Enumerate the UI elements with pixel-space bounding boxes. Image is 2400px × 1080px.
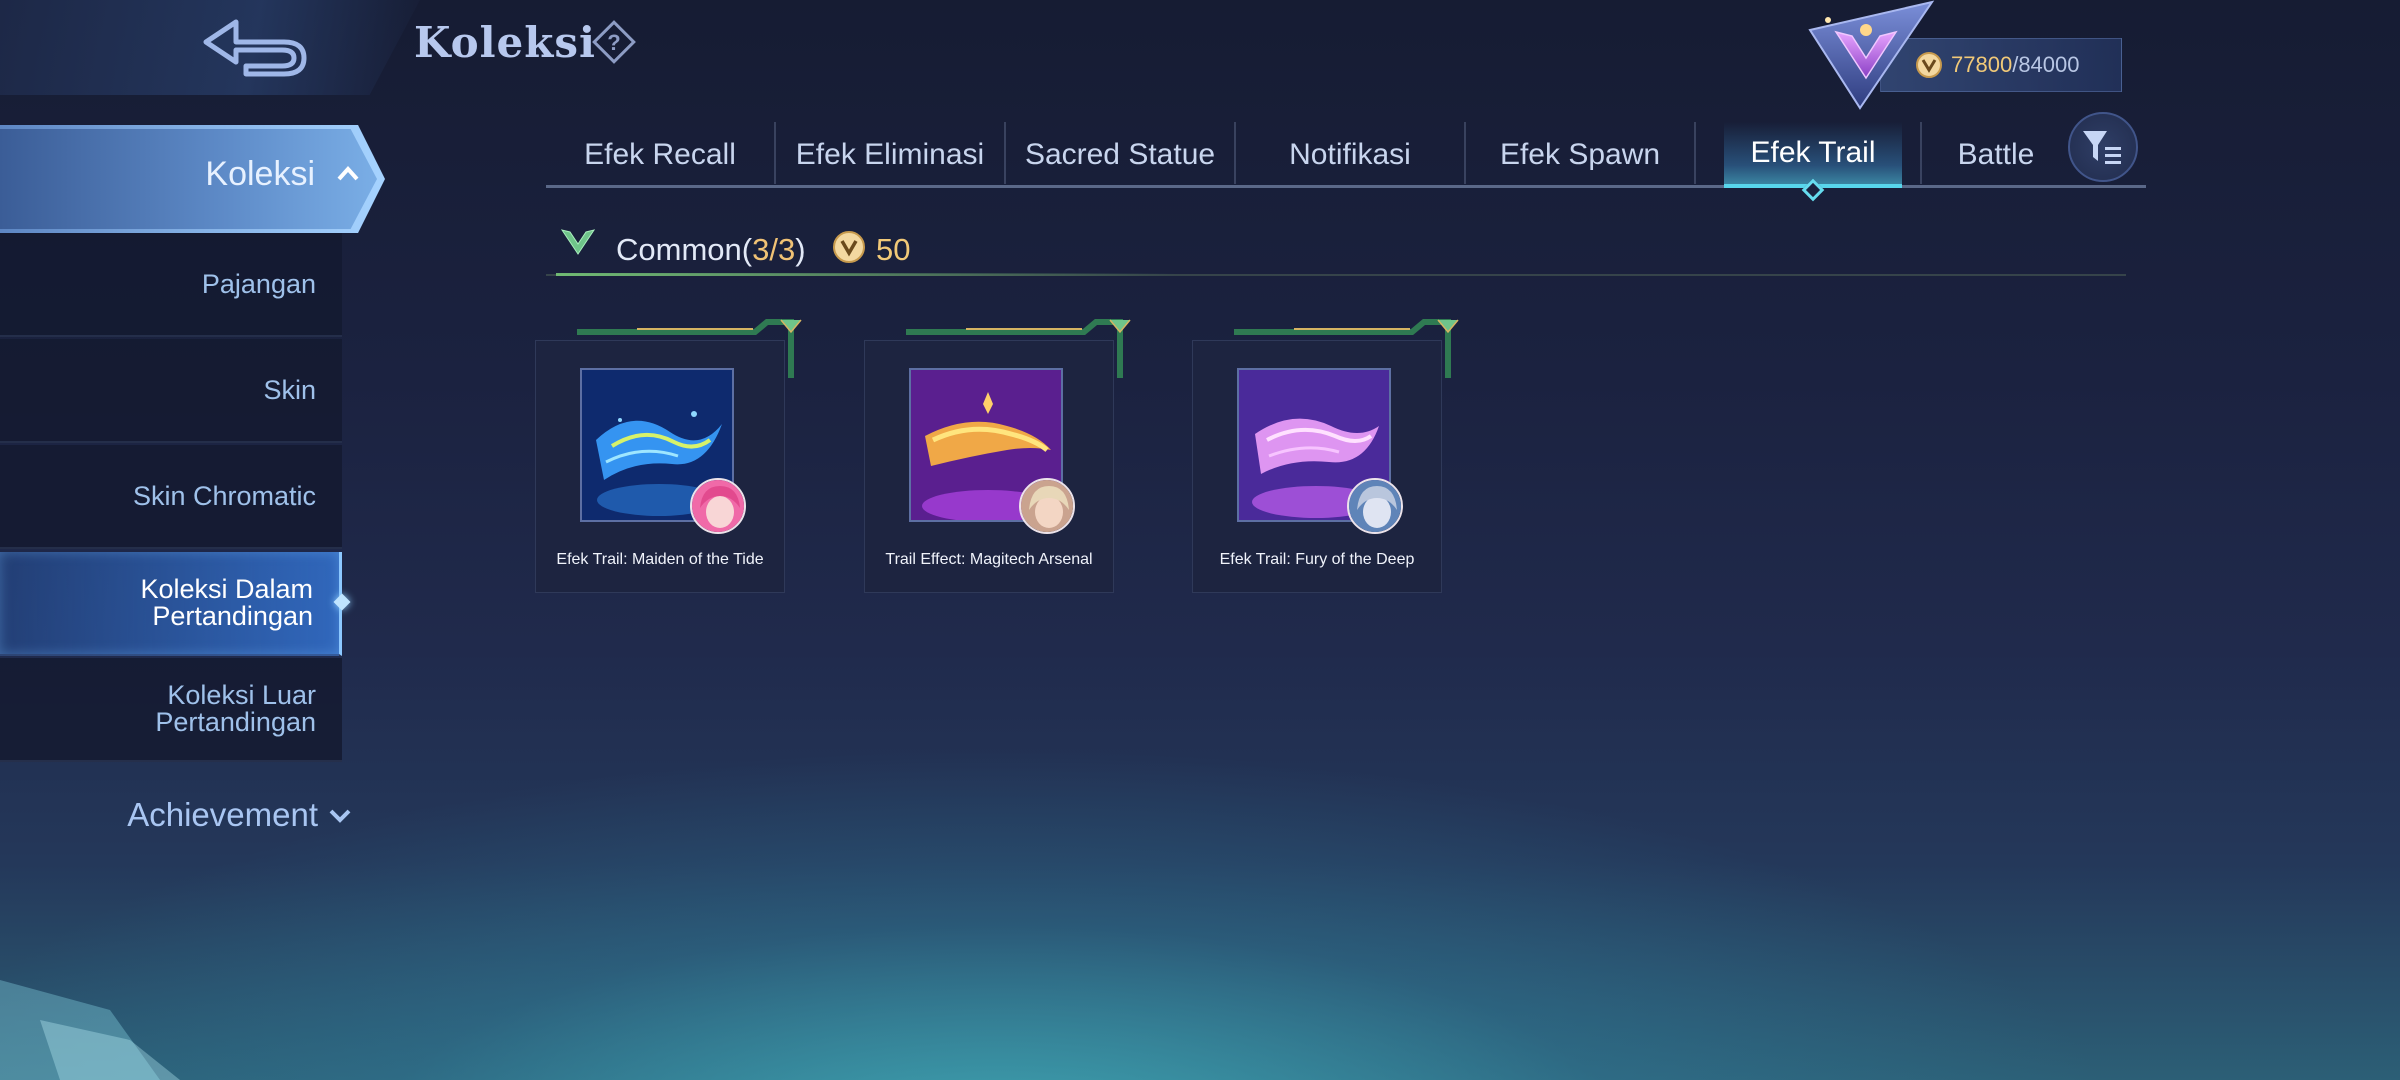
back-button[interactable] [195,12,313,80]
card-title: Efek Trail: Fury of the Deep [1219,551,1415,568]
sidebar-item-label: Skin [263,374,316,405]
collection-card[interactable]: Trail Effect: Magitech Arsenal [864,318,1132,593]
sidebar-item-pajangan[interactable]: Pajangan [0,233,342,337]
card-title: Trail Effect: Magitech Arsenal [885,551,1093,568]
filter-button[interactable] [2068,112,2138,182]
sidebar-item-label: Skin Chromatic [132,480,316,511]
tab-efek-spawn[interactable]: Efek Spawn [1466,122,1694,188]
sidebar-section-fill [0,129,377,229]
help-icon[interactable]: ? [592,20,636,64]
collection-card[interactable]: Efek Trail: Fury of the Deep [1192,318,1460,593]
currency-max: 84000 [2018,52,2080,77]
sidebar-item-koleksi-luar-pertandingan[interactable]: Koleksi Luar Pertandingan [0,658,342,762]
tab-notifikasi[interactable]: Notifikasi [1236,122,1464,188]
collector-rank-emblem-icon[interactable] [1800,0,1940,110]
page-title: Koleksi [414,18,596,67]
hero-avatar [1019,478,1075,534]
sidebar-section-label: Koleksi [205,155,315,193]
active-tab-indicator [1801,178,1825,202]
tab-divider [1694,122,1696,184]
sidebar-item-skin[interactable]: Skin [0,339,342,443]
tab-efek-eliminasi[interactable]: Efek Eliminasi [776,122,1004,188]
collection-card[interactable]: Efek Trail: Maiden of the Tide [535,318,803,593]
sidebar-section-achievement[interactable]: Achievement [0,790,360,840]
sidebar-item-skin-chromatic[interactable]: Skin Chromatic [0,445,342,549]
sidebar-section-koleksi[interactable]: Koleksi [0,125,385,233]
filter-icon [2083,131,2121,164]
back-arrow-icon [203,19,307,77]
sidebar-item-label: Koleksi Luar Pertandingan [155,680,316,737]
chevron-down-icon [329,809,351,823]
collection-coin-icon [833,231,865,263]
tab-sacred-statue[interactable]: Sacred Statue [1006,122,1234,188]
svg-text:?: ? [607,30,620,55]
tab-battle[interactable]: Battle [1922,122,2070,188]
sidebar-item-label: Koleksi Dalam Pertandingan [140,574,313,631]
tab-efek-recall[interactable]: Efek Recall [546,122,774,188]
rarity-label: Common(3/3) [616,232,806,267]
hero-avatar [690,478,746,534]
rarity-group-header: Common(3/3) 50 [546,218,2126,276]
background-shard-decoration [0,980,180,1080]
common-rarity-icon [560,229,596,255]
sidebar-section-label: Achievement [127,796,318,833]
category-tabs: Efek Recall Efek Eliminasi Sacred Statue… [546,112,2146,202]
tab-efek-trail[interactable]: Efek Trail [1724,122,1902,202]
chevron-up-icon [337,166,359,181]
rarity-underline [556,273,1176,276]
sidebar-item-label: Pajangan [201,268,316,299]
hero-avatar [1347,478,1403,534]
currency-current: 77800 [1951,52,2013,77]
sidebar-item-koleksi-dalam-pertandingan[interactable]: Koleksi Dalam Pertandingan [0,552,342,656]
rarity-points: 50 [876,232,911,267]
card-title: Efek Trail: Maiden of the Tide [556,551,764,568]
